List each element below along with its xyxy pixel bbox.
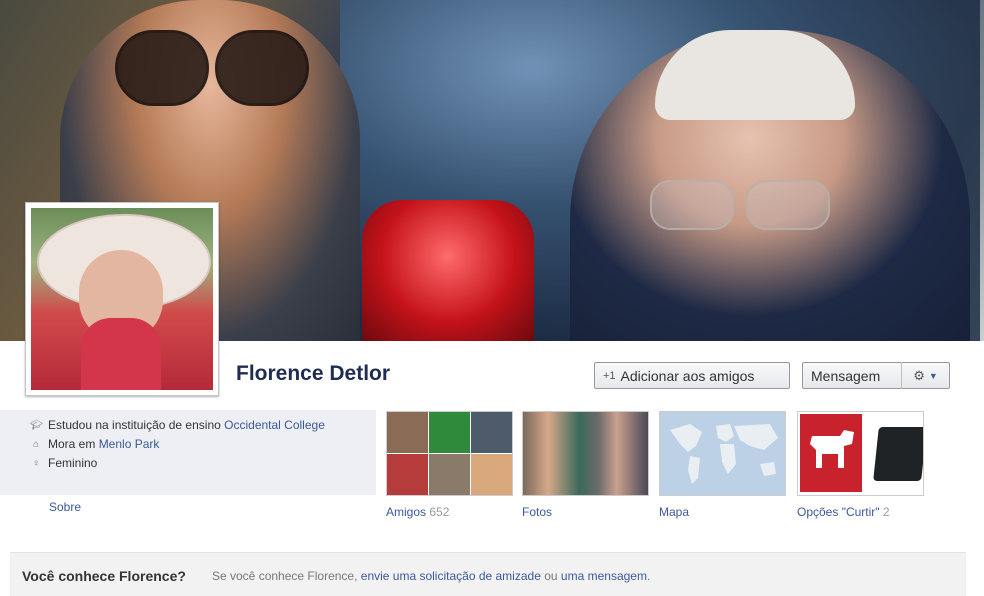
send-friend-request-link[interactable]: envie uma solicitação de amizade [361,569,541,583]
know-title: Você conhece Florence? [22,568,186,584]
message-button[interactable]: Mensagem [802,362,902,389]
profile-name[interactable]: Florence Detlor [236,362,390,386]
eyeglasses [650,180,830,230]
dog-logo-icon [800,414,862,492]
add-friend-icon: +1 [603,369,616,382]
gender-row: ♀ Feminino [30,456,97,470]
know-prompt-bar: Você conhece Florence? Se você conhece F… [10,552,966,596]
message-label: Mensagem [811,367,881,384]
caret-down-icon: ▼ [928,370,938,381]
avatar [31,208,213,390]
profile-picture[interactable] [25,202,219,396]
cover-tail-light [362,200,534,341]
location-link[interactable]: Menlo Park [99,437,160,451]
send-message-link[interactable]: uma mensagem [561,569,647,583]
settings-dropdown-button[interactable]: ⚙ ▼ [901,362,950,389]
gear-icon: ⚙ [913,367,925,383]
add-friend-button[interactable]: +1 Adicionar aos amigos [594,362,790,389]
gender-icon: ♀ [32,457,40,469]
education-link[interactable]: Occidental College [224,418,325,432]
tablet-icon [873,427,923,481]
map-label[interactable]: Mapa [659,505,689,519]
profile-info-panel: 🎓︎ Estudou na instituição de ensino Occi… [0,410,376,495]
add-friend-label: Adicionar aos amigos [620,367,755,384]
sunglasses [115,30,309,106]
location-row: ⌂ Mora em Menlo Park [30,437,159,451]
likes-label[interactable]: Opções "Curtir" 2 [797,505,890,519]
likes-tile[interactable] [797,411,924,496]
friends-label[interactable]: Amigos 652 [386,505,449,519]
graduation-cap-icon: 🎓︎ [30,419,43,431]
house-icon: ⌂ [32,438,40,450]
education-row: 🎓︎ Estudou na instituição de ensino Occi… [30,418,325,432]
photos-label[interactable]: Fotos [522,505,552,519]
about-link[interactable]: Sobre [49,500,81,514]
friends-tile[interactable] [386,411,513,496]
know-text: Se você conhece Florence, envie uma soli… [212,569,651,583]
world-map-icon [670,424,778,484]
map-tile[interactable] [659,411,786,496]
photos-tile[interactable] [522,411,649,496]
